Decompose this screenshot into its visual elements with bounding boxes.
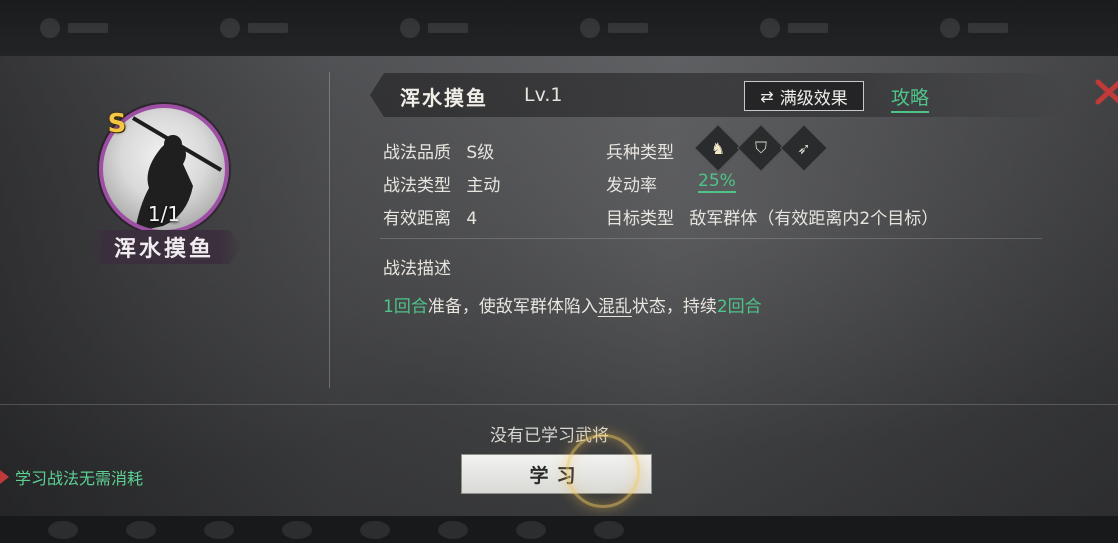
bottom-ghost-6: [438, 520, 468, 539]
no-general-text: 没有已学习武将: [490, 426, 609, 446]
quality-row: 战法品质 S级: [383, 138, 494, 163]
description-heading: 战法描述: [383, 259, 451, 279]
range-row: 有效距离 4: [383, 204, 477, 229]
duration-turns: 2回合: [716, 297, 762, 317]
type-label: 战法类型: [383, 176, 451, 196]
troop-label: 兵种类型: [606, 143, 674, 163]
rate-label: 发动率: [606, 176, 657, 196]
bottom-ghost-8: [594, 520, 624, 539]
bottom-ghost-3: [204, 520, 234, 539]
nav-ghost-2: [220, 16, 360, 40]
free-learn-tip: 学习战法无需消耗: [0, 465, 143, 489]
skill-name-plate: 浑水摸鱼: [86, 230, 242, 264]
type-value: 主动: [466, 176, 501, 196]
quality-value: S级: [466, 143, 495, 163]
target-value: 敌军群体（有效距离内2个目标）: [689, 209, 939, 229]
bottom-ghost-5: [360, 520, 390, 539]
max-effect-label: 满级效果: [779, 88, 848, 109]
attributes-divider: [380, 238, 1042, 239]
skill-count: 1/1: [147, 202, 181, 226]
guide-link[interactable]: 攻略: [891, 83, 930, 113]
swap-icon: ⇄: [760, 86, 774, 106]
target-label: 目标类型: [606, 209, 674, 229]
nav-ghost-3: [400, 16, 540, 40]
bottom-ghost-4: [282, 520, 312, 539]
rate-row: 发动率: [606, 171, 657, 196]
desc-seg-2: 准备，使敌军群体陷入: [427, 297, 598, 317]
close-icon[interactable]: [1092, 74, 1118, 108]
skill-title: 浑水摸鱼: [400, 86, 488, 110]
bottom-strip: [0, 516, 1118, 543]
grade-badge: S: [107, 109, 127, 139]
nav-ghost-1: [40, 16, 180, 40]
nav-ghost-6: [940, 16, 1080, 40]
prep-turns: 1回合: [383, 297, 428, 317]
top-nav-strip: [0, 0, 1118, 56]
vertical-divider: [329, 72, 330, 388]
type-row: 战法类型 主动: [383, 171, 500, 196]
rate-value[interactable]: 25%: [698, 171, 736, 193]
nav-ghost-4: [580, 16, 720, 40]
footer-divider: [0, 404, 1118, 405]
bottom-ghost-1: [48, 520, 78, 539]
troop-row: 兵种类型: [606, 138, 674, 163]
skill-level: Lv.1: [524, 84, 563, 106]
desc-seg-4: 状态，持续: [631, 297, 717, 317]
learn-button[interactable]: 学习: [461, 454, 652, 494]
max-effect-button[interactable]: ⇄ 满级效果: [744, 81, 864, 111]
range-label: 有效距离: [383, 209, 451, 229]
tip-arrow-icon: [0, 470, 9, 484]
range-value: 4: [466, 209, 478, 229]
quality-label: 战法品质: [383, 143, 451, 163]
bottom-ghost-7: [516, 520, 546, 539]
nav-ghost-5: [760, 16, 900, 40]
bottom-ghost-2: [126, 520, 156, 539]
free-tip-text: 学习战法无需消耗: [15, 469, 144, 488]
description-text: 1回合准备，使敌军群体陷入混乱状态，持续2回合: [383, 292, 762, 317]
target-row: 目标类型 敌军群体（有效距离内2个目标）: [606, 204, 938, 229]
chaos-status-link[interactable]: 混乱: [598, 297, 632, 317]
